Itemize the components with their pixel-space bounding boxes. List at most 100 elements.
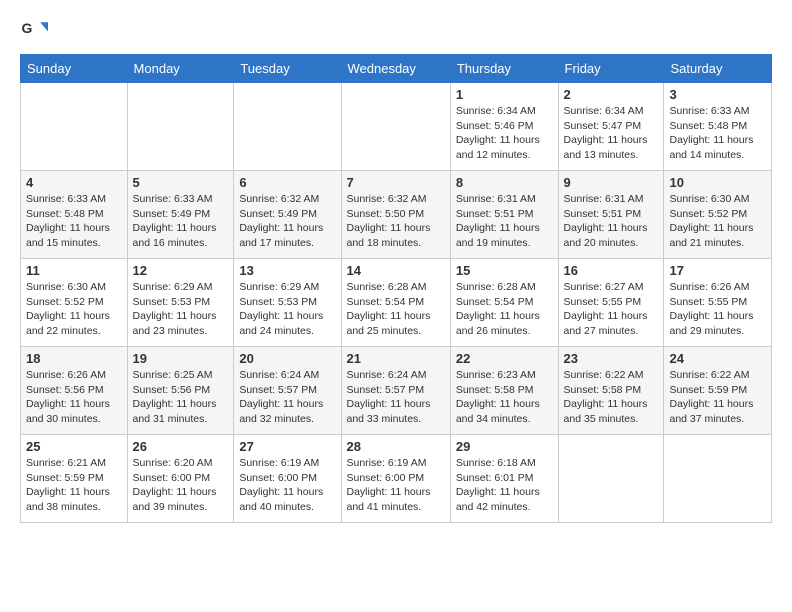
calendar-cell: 15 Sunrise: 6:28 AMSunset: 5:54 PMDayligh… xyxy=(450,259,558,347)
day-info: Sunrise: 6:26 AMSunset: 5:55 PMDaylight:… xyxy=(669,280,766,339)
week-row-3: 11 Sunrise: 6:30 AMSunset: 5:52 PMDayligh… xyxy=(21,259,772,347)
week-row-1: 1 Sunrise: 6:34 AMSunset: 5:46 PMDaylight… xyxy=(21,83,772,171)
day-info: Sunrise: 6:21 AMSunset: 5:59 PMDaylight:… xyxy=(26,456,122,515)
day-number: 17 xyxy=(669,263,766,278)
calendar-cell xyxy=(341,83,450,171)
day-number: 5 xyxy=(133,175,229,190)
calendar-cell: 5 Sunrise: 6:33 AMSunset: 5:49 PMDaylight… xyxy=(127,171,234,259)
week-row-4: 18 Sunrise: 6:26 AMSunset: 5:56 PMDayligh… xyxy=(21,347,772,435)
weekday-header-monday: Monday xyxy=(127,55,234,83)
day-number: 3 xyxy=(669,87,766,102)
calendar-cell xyxy=(558,435,664,523)
calendar-cell xyxy=(21,83,128,171)
day-number: 18 xyxy=(26,351,122,366)
calendar-cell: 29Sunrise: 6:18 AMSunset: 6:01 PMDayligh… xyxy=(450,435,558,523)
day-info: Sunrise: 6:29 AMSunset: 5:53 PMDaylight:… xyxy=(133,280,229,339)
calendar-cell: 16Sunrise: 6:27 AMSunset: 5:55 PMDayligh… xyxy=(558,259,664,347)
day-info: Sunrise: 6:32 AMSunset: 5:49 PMDaylight:… xyxy=(239,192,335,251)
calendar-cell: 27 Sunrise: 6:19 AMSunset: 6:00 PMDayligh… xyxy=(234,435,341,523)
day-number: 22 xyxy=(456,351,553,366)
day-number: 9 xyxy=(564,175,659,190)
week-row-2: 4 Sunrise: 6:33 AMSunset: 5:48 PMDaylight… xyxy=(21,171,772,259)
calendar-cell: 17 Sunrise: 6:26 AMSunset: 5:55 PMDayligh… xyxy=(664,259,772,347)
day-number: 8 xyxy=(456,175,553,190)
calendar-cell: 6 Sunrise: 6:32 AMSunset: 5:49 PMDaylight… xyxy=(234,171,341,259)
week-row-5: 25 Sunrise: 6:21 AMSunset: 5:59 PMDayligh… xyxy=(21,435,772,523)
day-number: 23 xyxy=(564,351,659,366)
day-info: Sunrise: 6:31 AMSunset: 5:51 PMDaylight:… xyxy=(456,192,553,251)
day-info: Sunrise: 6:31 AMSunset: 5:51 PMDaylight:… xyxy=(564,192,659,251)
day-info: Sunrise: 6:22 AMSunset: 5:58 PMDaylight:… xyxy=(564,368,659,427)
day-number: 13 xyxy=(239,263,335,278)
day-info: Sunrise: 6:24 AMSunset: 5:57 PMDaylight:… xyxy=(347,368,445,427)
day-info: Sunrise: 6:33 AMSunset: 5:48 PMDaylight:… xyxy=(26,192,122,251)
day-number: 20 xyxy=(239,351,335,366)
day-number: 12 xyxy=(133,263,229,278)
day-number: 14 xyxy=(347,263,445,278)
day-number: 24 xyxy=(669,351,766,366)
day-number: 21 xyxy=(347,351,445,366)
logo-icon: G xyxy=(20,16,48,44)
day-info: Sunrise: 6:33 AMSunset: 5:49 PMDaylight:… xyxy=(133,192,229,251)
day-info: Sunrise: 6:22 AMSunset: 5:59 PMDaylight:… xyxy=(669,368,766,427)
calendar-cell: 12 Sunrise: 6:29 AMSunset: 5:53 PMDayligh… xyxy=(127,259,234,347)
day-number: 4 xyxy=(26,175,122,190)
day-number: 7 xyxy=(347,175,445,190)
svg-text:G: G xyxy=(22,20,33,36)
weekday-header-wednesday: Wednesday xyxy=(341,55,450,83)
weekday-header-saturday: Saturday xyxy=(664,55,772,83)
day-number: 28 xyxy=(347,439,445,454)
day-info: Sunrise: 6:30 AMSunset: 5:52 PMDaylight:… xyxy=(669,192,766,251)
day-info: Sunrise: 6:26 AMSunset: 5:56 PMDaylight:… xyxy=(26,368,122,427)
day-number: 19 xyxy=(133,351,229,366)
day-number: 11 xyxy=(26,263,122,278)
day-info: Sunrise: 6:33 AMSunset: 5:48 PMDaylight:… xyxy=(669,104,766,163)
weekday-header-tuesday: Tuesday xyxy=(234,55,341,83)
calendar-cell: 20 Sunrise: 6:24 AMSunset: 5:57 PMDayligh… xyxy=(234,347,341,435)
calendar-cell: 21 Sunrise: 6:24 AMSunset: 5:57 PMDayligh… xyxy=(341,347,450,435)
calendar-cell xyxy=(664,435,772,523)
calendar-cell: 13 Sunrise: 6:29 AMSunset: 5:53 PMDayligh… xyxy=(234,259,341,347)
day-info: Sunrise: 6:20 AMSunset: 6:00 PMDaylight:… xyxy=(133,456,229,515)
calendar-table: SundayMondayTuesdayWednesdayThursdayFrid… xyxy=(20,54,772,523)
day-number: 26 xyxy=(133,439,229,454)
calendar-cell: 7 Sunrise: 6:32 AMSunset: 5:50 PMDaylight… xyxy=(341,171,450,259)
day-info: Sunrise: 6:30 AMSunset: 5:52 PMDaylight:… xyxy=(26,280,122,339)
day-number: 15 xyxy=(456,263,553,278)
calendar-cell: 23 Sunrise: 6:22 AMSunset: 5:58 PMDayligh… xyxy=(558,347,664,435)
calendar-cell: 2 Sunrise: 6:34 AMSunset: 5:47 PMDaylight… xyxy=(558,83,664,171)
calendar-cell: 19 Sunrise: 6:25 AMSunset: 5:56 PMDayligh… xyxy=(127,347,234,435)
calendar-cell: 11 Sunrise: 6:30 AMSunset: 5:52 PMDayligh… xyxy=(21,259,128,347)
calendar-cell: 1 Sunrise: 6:34 AMSunset: 5:46 PMDaylight… xyxy=(450,83,558,171)
day-number: 16 xyxy=(564,263,659,278)
calendar-cell: 10 Sunrise: 6:30 AMSunset: 5:52 PMDayligh… xyxy=(664,171,772,259)
calendar-cell: 8 Sunrise: 6:31 AMSunset: 5:51 PMDaylight… xyxy=(450,171,558,259)
day-number: 25 xyxy=(26,439,122,454)
calendar-cell: 24 Sunrise: 6:22 AMSunset: 5:59 PMDayligh… xyxy=(664,347,772,435)
weekday-header-row: SundayMondayTuesdayWednesdayThursdayFrid… xyxy=(21,55,772,83)
calendar-cell: 3 Sunrise: 6:33 AMSunset: 5:48 PMDaylight… xyxy=(664,83,772,171)
day-number: 10 xyxy=(669,175,766,190)
page: G SundayMondayTuesdayWednesdayThursdayFr… xyxy=(0,0,792,612)
day-number: 1 xyxy=(456,87,553,102)
day-info: Sunrise: 6:34 AMSunset: 5:47 PMDaylight:… xyxy=(564,104,659,163)
day-info: Sunrise: 6:23 AMSunset: 5:58 PMDaylight:… xyxy=(456,368,553,427)
calendar-cell: 18 Sunrise: 6:26 AMSunset: 5:56 PMDayligh… xyxy=(21,347,128,435)
day-number: 6 xyxy=(239,175,335,190)
calendar-cell: 9 Sunrise: 6:31 AMSunset: 5:51 PMDaylight… xyxy=(558,171,664,259)
day-info: Sunrise: 6:25 AMSunset: 5:56 PMDaylight:… xyxy=(133,368,229,427)
calendar-cell: 14Sunrise: 6:28 AMSunset: 5:54 PMDayligh… xyxy=(341,259,450,347)
calendar-cell xyxy=(127,83,234,171)
day-info: Sunrise: 6:28 AMSunset: 5:54 PMDaylight:… xyxy=(456,280,553,339)
logo: G xyxy=(20,16,52,44)
calendar-cell: 4 Sunrise: 6:33 AMSunset: 5:48 PMDaylight… xyxy=(21,171,128,259)
day-info: Sunrise: 6:32 AMSunset: 5:50 PMDaylight:… xyxy=(347,192,445,251)
day-info: Sunrise: 6:19 AMSunset: 6:00 PMDaylight:… xyxy=(347,456,445,515)
day-number: 27 xyxy=(239,439,335,454)
day-info: Sunrise: 6:19 AMSunset: 6:00 PMDaylight:… xyxy=(239,456,335,515)
day-info: Sunrise: 6:34 AMSunset: 5:46 PMDaylight:… xyxy=(456,104,553,163)
day-number: 2 xyxy=(564,87,659,102)
day-number: 29 xyxy=(456,439,553,454)
day-info: Sunrise: 6:29 AMSunset: 5:53 PMDaylight:… xyxy=(239,280,335,339)
day-info: Sunrise: 6:24 AMSunset: 5:57 PMDaylight:… xyxy=(239,368,335,427)
